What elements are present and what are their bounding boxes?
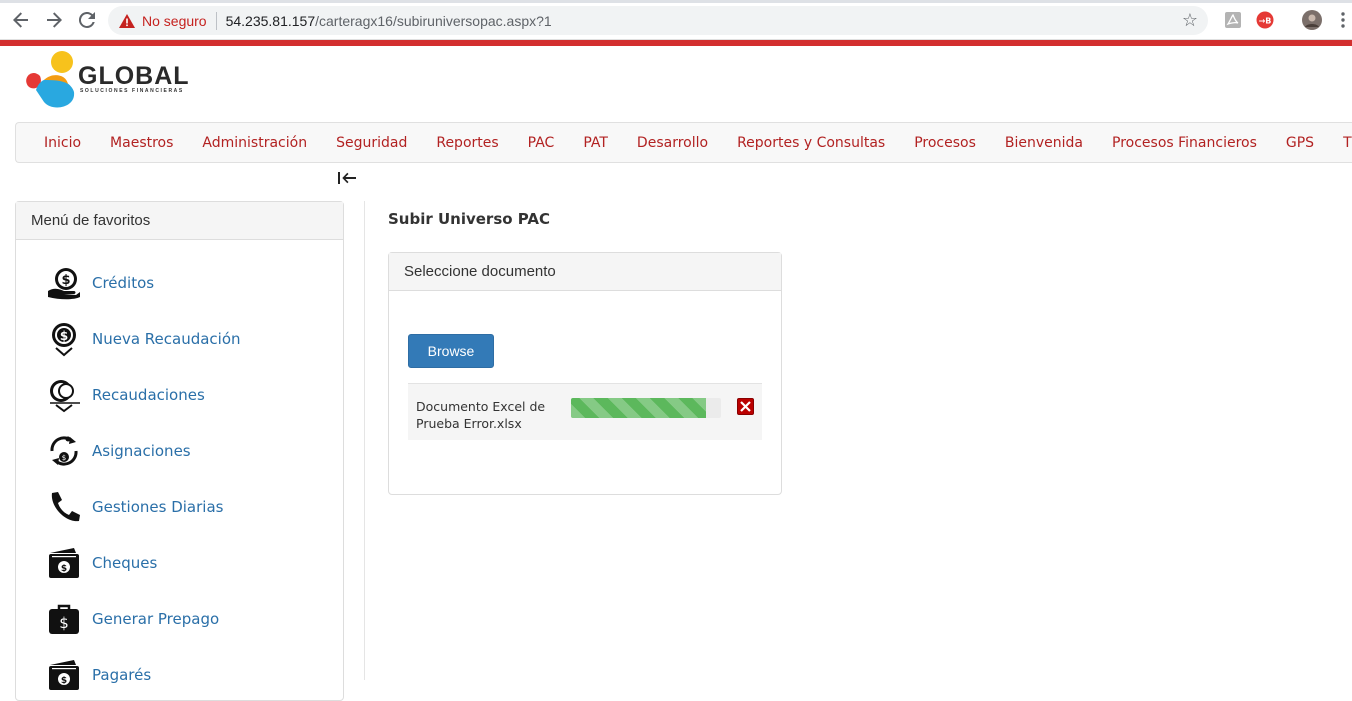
wallet-icon: $ (46, 657, 82, 693)
upload-progress-bar (571, 398, 721, 418)
panel-title: Seleccione documento (389, 253, 781, 291)
sidebar-item-recaudaciones[interactable]: Recaudaciones (46, 375, 205, 415)
sidebar-item-label: Recaudaciones (92, 386, 205, 404)
nav-item-desarrollo[interactable]: Desarrollo (622, 135, 722, 151)
nav-item-procesos[interactable]: Procesos (900, 135, 991, 151)
sidebar-item-label: Asignaciones (92, 442, 191, 460)
sidebar-item-generar-prepago[interactable]: $ Generar Prepago (46, 599, 219, 639)
sidebar-item-label: Gestiones Diarias (92, 498, 224, 516)
svg-text:$: $ (61, 273, 70, 288)
back-icon[interactable] (10, 9, 32, 31)
nav-item-pat[interactable]: PAT (569, 135, 623, 151)
url-host: 54.235.81.157 (225, 12, 316, 29)
coin-down-icon: $ (46, 321, 82, 357)
upload-panel: Seleccione documento Browse Documento Ex… (388, 252, 782, 495)
sidebar-item-label: Créditos (92, 274, 155, 292)
logo-wordmark: GLOBAL (78, 62, 190, 90)
bookmark-star-icon[interactable]: ☆ (1182, 10, 1198, 31)
sidebar-item-label: Pagarés (92, 666, 152, 684)
nav-item-seguridad[interactable]: Seguridad (322, 135, 422, 151)
uploaded-file-row: Documento Excel de Prueba Error.xlsx (408, 383, 762, 440)
nav-item-bienvenida[interactable]: Bienvenida (990, 135, 1097, 151)
content-divider (364, 201, 365, 680)
nav-item-maestros[interactable]: Maestros (96, 135, 188, 151)
tab-strip (0, 0, 1352, 3)
nav-item-administracion[interactable]: Administración (188, 135, 322, 151)
sidebar-item-pagares[interactable]: $ Pagarés (46, 655, 151, 695)
svg-text:→B: →B (1259, 17, 1272, 26)
svg-text:$: $ (61, 564, 67, 574)
nav-item-reportes-consultas[interactable]: Reportes y Consultas (723, 135, 900, 151)
more-menu-icon[interactable] (1333, 10, 1352, 30)
briefcase-money-icon: $ (46, 601, 82, 637)
wallet-icon: $ (46, 545, 82, 581)
remove-file-button[interactable] (737, 398, 754, 415)
url-path: /carteragx16/subiruniversopac.aspx?1 (315, 12, 552, 29)
header-accent-bar (0, 40, 1352, 46)
sidebar-item-label: Nueva Recaudación (92, 330, 241, 348)
sidebar-item-cheques[interactable]: $ Cheques (46, 543, 157, 583)
sidebar-item-label: Cheques (92, 554, 158, 572)
main-navbar: Inicio Maestros Administración Seguridad… (15, 122, 1352, 163)
nav-item-reportes[interactable]: Reportes (422, 135, 513, 151)
forward-icon[interactable] (43, 9, 65, 31)
nav-item-procesos-financieros[interactable]: Procesos Financieros (1098, 135, 1272, 151)
logo-mark-icon (26, 51, 75, 108)
warning-icon[interactable] (118, 12, 136, 30)
browser-toolbar: No seguro 54.235.81.157/carteragx16/subi… (0, 0, 1352, 40)
sidebar-item-nueva-recaudacion[interactable]: $ Nueva Recaudación (46, 319, 241, 359)
refresh-money-icon: $ (46, 433, 82, 469)
phone-icon (46, 489, 82, 525)
money-hand-icon: $ (46, 265, 82, 301)
nav-item-inicio[interactable]: Inicio (16, 135, 96, 151)
sidebar-item-label: Generar Prepago (92, 610, 220, 628)
nav-item-tmc[interactable]: TMC (1329, 135, 1352, 151)
sidebar-item-asignaciones[interactable]: $ Asignaciones (46, 431, 191, 471)
reload-icon[interactable] (76, 9, 98, 31)
favorites-sidebar: Menú de favoritos $ Créditos $ Nueva Rec… (15, 201, 344, 701)
nav-item-gps[interactable]: GPS (1271, 135, 1328, 151)
sidebar-item-gestiones-diarias[interactable]: Gestiones Diarias (46, 487, 223, 527)
company-logo[interactable]: GLOBAL SOLUCIONES FINANCIERAS (22, 50, 202, 112)
security-label[interactable]: No seguro (142, 13, 207, 29)
collapse-sidebar-icon[interactable] (337, 170, 357, 189)
svg-text:$: $ (62, 454, 66, 462)
upload-progress-fill (571, 398, 706, 418)
sidebar-item-creditos[interactable]: $ Créditos (46, 263, 154, 303)
extension-badge-icon[interactable]: →B (1255, 10, 1275, 30)
profile-avatar[interactable] (1302, 10, 1322, 30)
close-icon (740, 401, 751, 412)
address-bar[interactable]: No seguro 54.235.81.157/carteragx16/subi… (108, 6, 1208, 35)
divider (215, 11, 217, 30)
file-name: Documento Excel de Prueba Error.xlsx (416, 399, 546, 431)
pdf-extension-icon[interactable] (1223, 10, 1243, 30)
svg-text:$: $ (59, 614, 69, 632)
svg-text:$: $ (60, 329, 68, 343)
coins-down-icon (46, 377, 82, 413)
svg-text:$: $ (61, 676, 67, 686)
sidebar-title: Menú de favoritos (16, 202, 343, 240)
url-text[interactable]: 54.235.81.157/carteragx16/subiruniversop… (226, 13, 552, 29)
logo-tagline: SOLUCIONES FINANCIERAS (80, 88, 184, 94)
nav-item-pac[interactable]: PAC (513, 135, 569, 151)
page-title: Subir Universo PAC (388, 210, 551, 228)
browse-button[interactable]: Browse (408, 334, 494, 368)
